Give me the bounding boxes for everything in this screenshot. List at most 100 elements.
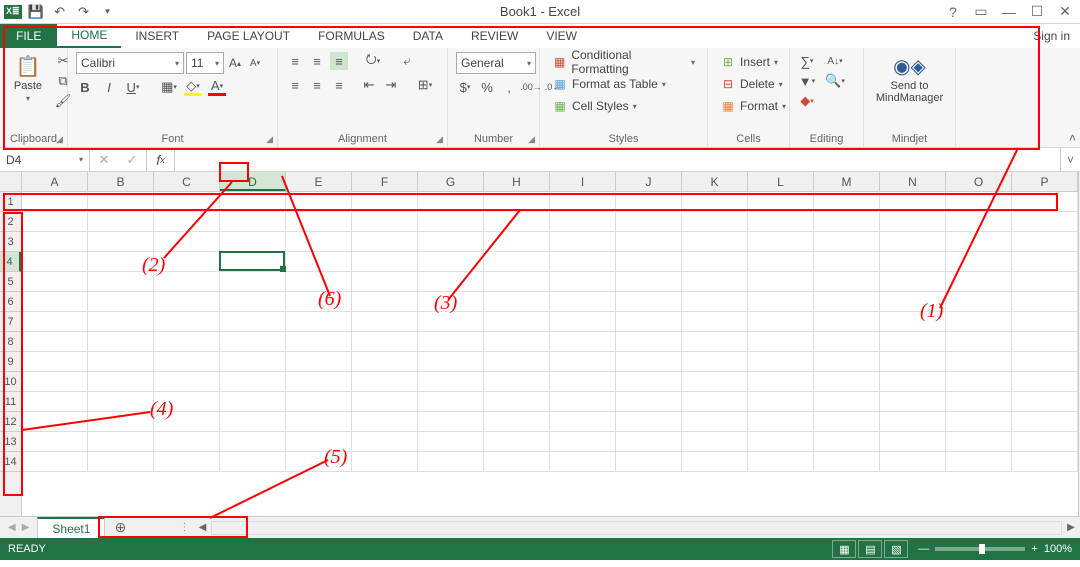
- cell[interactable]: [418, 432, 484, 452]
- cell[interactable]: [682, 432, 748, 452]
- cell[interactable]: [946, 312, 1012, 332]
- merge-center-icon[interactable]: ⊞▾: [416, 76, 434, 94]
- cell[interactable]: [682, 292, 748, 312]
- cell[interactable]: [880, 332, 946, 352]
- cell[interactable]: [616, 372, 682, 392]
- close-icon[interactable]: ✕: [1054, 2, 1076, 22]
- orientation-icon[interactable]: ⭮▾: [364, 52, 382, 70]
- cell[interactable]: [220, 352, 286, 372]
- decrease-font-icon[interactable]: A▾: [246, 54, 264, 72]
- cell[interactable]: [484, 332, 550, 352]
- cell[interactable]: [484, 232, 550, 252]
- cell[interactable]: [946, 272, 1012, 292]
- cell[interactable]: [814, 372, 880, 392]
- cell[interactable]: [154, 212, 220, 232]
- cell[interactable]: [22, 412, 88, 432]
- cell[interactable]: [1012, 292, 1078, 312]
- cell[interactable]: [352, 372, 418, 392]
- cell[interactable]: [550, 332, 616, 352]
- cell[interactable]: [748, 212, 814, 232]
- page-break-view-icon[interactable]: ▧: [884, 540, 908, 558]
- cell[interactable]: [220, 412, 286, 432]
- column-header-E[interactable]: E: [286, 172, 352, 191]
- dialog-launcher-icon[interactable]: ◢: [528, 134, 535, 145]
- cell[interactable]: [22, 352, 88, 372]
- fill-color-icon[interactable]: ◇▾: [184, 78, 202, 96]
- cell[interactable]: [154, 432, 220, 452]
- underline-icon[interactable]: U▾: [124, 78, 142, 96]
- cell[interactable]: [1012, 252, 1078, 272]
- zoom-out-icon[interactable]: —: [918, 543, 929, 555]
- paste-button[interactable]: 📋 Paste ▾: [8, 52, 48, 105]
- cell[interactable]: [682, 232, 748, 252]
- cell[interactable]: [550, 272, 616, 292]
- row-header-1[interactable]: 1: [0, 192, 21, 212]
- cell[interactable]: [220, 372, 286, 392]
- cell[interactable]: [154, 232, 220, 252]
- cell[interactable]: [220, 432, 286, 452]
- cell[interactable]: [880, 352, 946, 372]
- cell[interactable]: [748, 392, 814, 412]
- cell[interactable]: [814, 392, 880, 412]
- cell[interactable]: [418, 272, 484, 292]
- cell[interactable]: [1012, 352, 1078, 372]
- cell[interactable]: [946, 432, 1012, 452]
- accounting-icon[interactable]: $▾: [456, 78, 474, 96]
- cell[interactable]: [484, 432, 550, 452]
- cell[interactable]: [286, 232, 352, 252]
- cell[interactable]: [418, 192, 484, 212]
- enter-formula-icon[interactable]: ✓: [118, 152, 146, 168]
- cell[interactable]: [22, 372, 88, 392]
- cell[interactable]: [1012, 432, 1078, 452]
- cell[interactable]: [814, 412, 880, 432]
- column-header-D[interactable]: D: [220, 172, 286, 191]
- cell[interactable]: [880, 372, 946, 392]
- cell[interactable]: [682, 392, 748, 412]
- cell[interactable]: [616, 452, 682, 472]
- send-to-mindmanager-button[interactable]: ◉◈ Send toMindManager: [872, 52, 947, 106]
- cell[interactable]: [880, 292, 946, 312]
- cell[interactable]: [154, 452, 220, 472]
- cell[interactable]: [418, 372, 484, 392]
- zoom-in-icon[interactable]: +: [1031, 543, 1037, 555]
- tab-file[interactable]: FILE: [0, 24, 57, 48]
- cell[interactable]: [1012, 232, 1078, 252]
- conditional-formatting-button[interactable]: ▦Conditional Formatting▾: [548, 52, 699, 72]
- cell[interactable]: [748, 292, 814, 312]
- cell[interactable]: [682, 372, 748, 392]
- cell[interactable]: [1012, 452, 1078, 472]
- cell[interactable]: [286, 312, 352, 332]
- autosum-icon[interactable]: ∑▾: [798, 52, 816, 70]
- row-header-3[interactable]: 3: [0, 232, 21, 252]
- cell[interactable]: [22, 312, 88, 332]
- cancel-formula-icon[interactable]: ✕: [90, 152, 118, 168]
- cell[interactable]: [814, 232, 880, 252]
- cell[interactable]: [154, 412, 220, 432]
- cell[interactable]: [748, 232, 814, 252]
- expand-formula-bar-icon[interactable]: ˅: [1060, 148, 1080, 171]
- sheet-tab-sheet1[interactable]: Sheet1: [37, 517, 105, 538]
- cell[interactable]: [352, 252, 418, 272]
- cell[interactable]: [286, 412, 352, 432]
- column-header-F[interactable]: F: [352, 172, 418, 191]
- cell[interactable]: [946, 352, 1012, 372]
- cell[interactable]: [88, 252, 154, 272]
- cell[interactable]: [1012, 212, 1078, 232]
- cell[interactable]: [484, 372, 550, 392]
- cell[interactable]: [682, 212, 748, 232]
- cell[interactable]: [418, 212, 484, 232]
- cell[interactable]: [682, 252, 748, 272]
- cell[interactable]: [220, 312, 286, 332]
- cell[interactable]: [154, 312, 220, 332]
- cell[interactable]: [154, 332, 220, 352]
- cell[interactable]: [418, 312, 484, 332]
- cell[interactable]: [484, 412, 550, 432]
- cell[interactable]: [682, 272, 748, 292]
- column-header-N[interactable]: N: [880, 172, 946, 191]
- column-header-A[interactable]: A: [22, 172, 88, 191]
- align-right-icon[interactable]: ≡: [330, 76, 348, 94]
- cell[interactable]: [352, 292, 418, 312]
- cell[interactable]: [286, 212, 352, 232]
- cell[interactable]: [286, 352, 352, 372]
- cell[interactable]: [550, 292, 616, 312]
